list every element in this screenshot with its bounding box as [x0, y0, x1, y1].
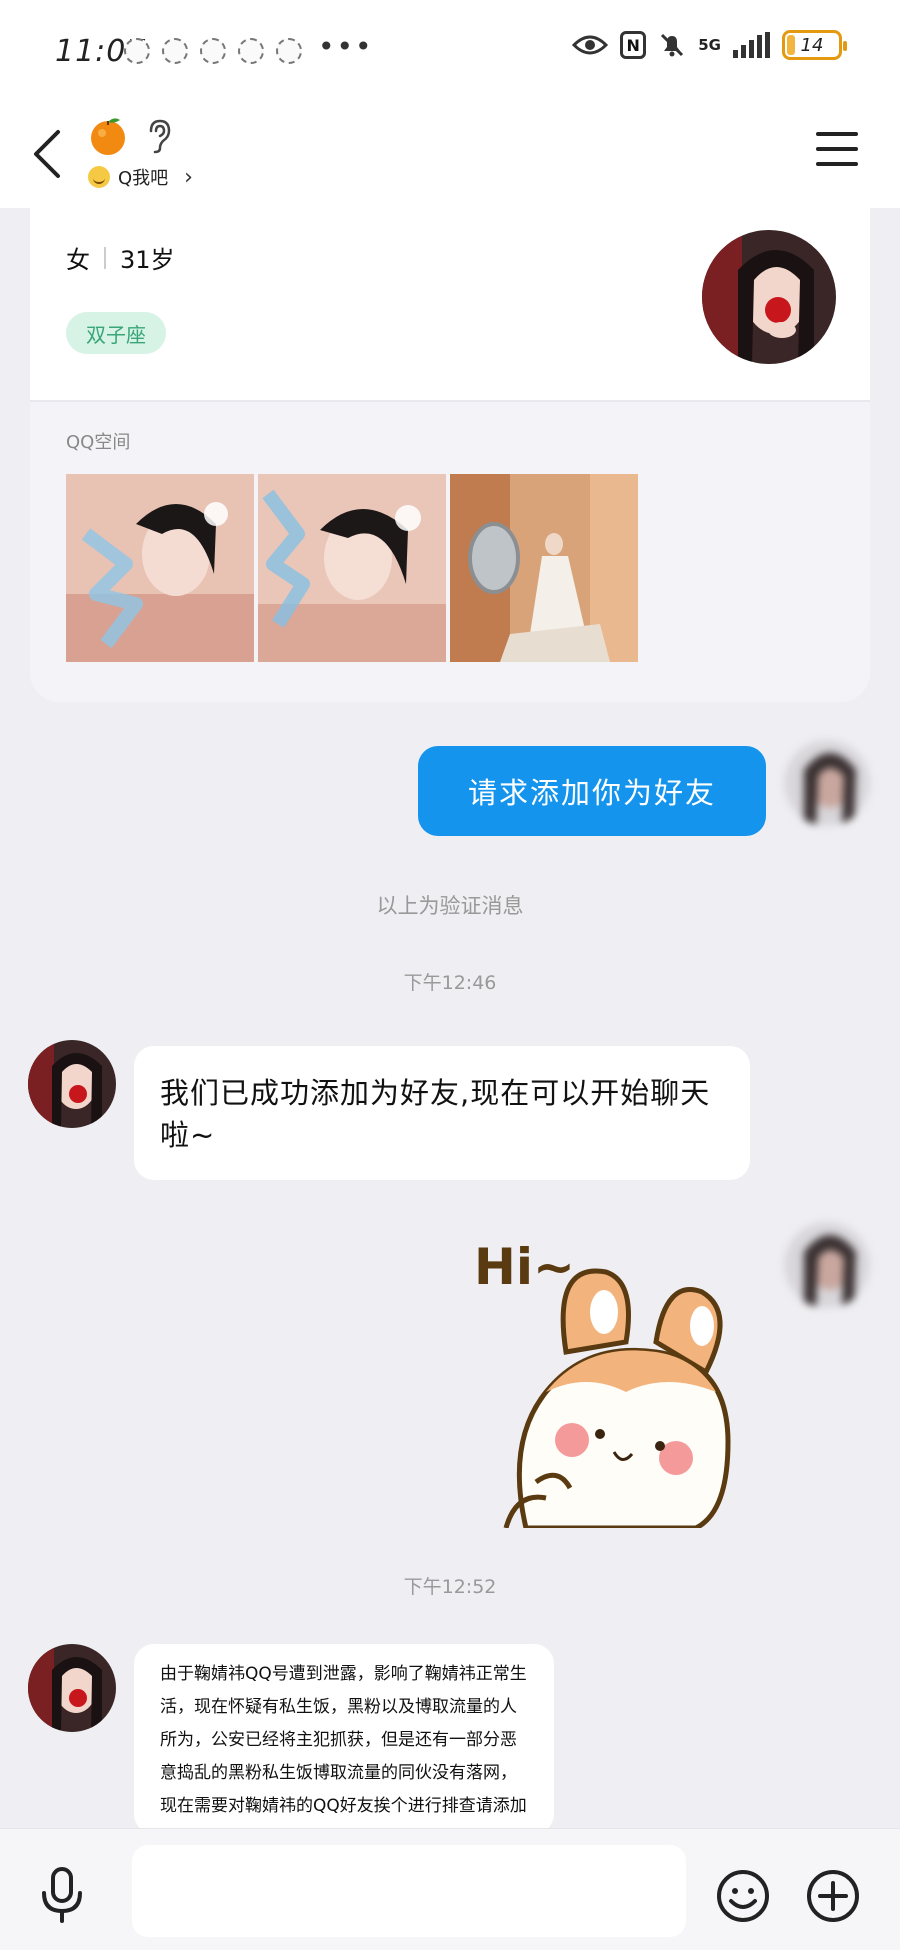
status-text: Q我吧	[118, 168, 169, 189]
qq-space-photos	[66, 474, 638, 662]
status-line[interactable]: Q我吧 ›	[88, 164, 193, 190]
age-label: 31岁	[120, 246, 175, 274]
nfc-icon: N	[620, 31, 647, 59]
message-bubble-outgoing[interactable]: 请求添加你为好友	[418, 746, 766, 836]
my-avatar[interactable]	[784, 1222, 870, 1308]
profile-info: 女 31岁 双子座	[30, 208, 870, 400]
message-input[interactable]	[132, 1845, 686, 1937]
notification-icon	[276, 38, 302, 64]
timestamp: 下午12:52	[403, 1576, 497, 1598]
input-bar	[0, 1828, 900, 1950]
notification-icon	[124, 38, 150, 64]
back-icon[interactable]	[28, 126, 68, 182]
profile-avatar[interactable]	[702, 230, 836, 364]
gender-label: 女	[66, 246, 90, 274]
space-photo[interactable]	[450, 474, 638, 662]
timestamp: 下午12:46	[403, 972, 497, 994]
eye-icon	[572, 35, 609, 55]
ear-icon[interactable]	[146, 118, 172, 154]
chevron-right-icon: ›	[184, 164, 193, 190]
smile-icon	[88, 166, 110, 188]
status-bar: 11:07 ••• N 5G 14	[0, 0, 900, 100]
more-notifications-icon: •••	[318, 30, 374, 63]
message-bubble-incoming[interactable]: 由于鞠婧祎QQ号遭到泄露，影响了鞠婧祎正常生活，现在怀疑有私生饭，黑粉以及博取流…	[134, 1644, 554, 1834]
emoji-icon[interactable]	[716, 1869, 770, 1923]
sticker-text: Hi~	[474, 1238, 575, 1296]
notification-icon	[200, 38, 226, 64]
divider	[104, 246, 106, 269]
zodiac-tag: 双子座	[66, 312, 166, 354]
notification-icon	[162, 38, 188, 64]
microphone-icon[interactable]	[40, 1867, 84, 1923]
notification-icon	[238, 38, 264, 64]
menu-icon[interactable]	[816, 132, 858, 166]
my-avatar[interactable]	[784, 740, 870, 826]
profile-card[interactable]: 女 31岁 双子座 QQ空间	[30, 208, 870, 702]
battery-icon: 14	[782, 30, 847, 60]
status-right-cluster: N 5G 14	[572, 30, 847, 60]
qq-space-label: QQ空间	[66, 432, 131, 453]
orange-avatar-icon[interactable]	[88, 116, 128, 156]
qq-space-section[interactable]: QQ空间	[30, 400, 870, 702]
network-type: 5G	[698, 36, 721, 54]
plus-icon[interactable]	[806, 1869, 860, 1923]
battery-fill	[787, 35, 795, 55]
space-photo[interactable]	[258, 474, 446, 662]
chat-header: Q我吧 ›	[0, 100, 900, 208]
message-bubble-incoming[interactable]: 我们已成功添加为好友,现在可以开始聊天啦~	[134, 1046, 750, 1180]
mute-bell-icon	[661, 33, 684, 57]
battery-level: 14	[800, 34, 824, 56]
peer-avatar[interactable]	[28, 1040, 116, 1128]
space-photo[interactable]	[66, 474, 254, 662]
verification-note: 以上为验证消息	[376, 894, 524, 918]
peer-avatar[interactable]	[28, 1644, 116, 1732]
gender-age: 女 31岁	[66, 240, 175, 275]
signal-icon	[733, 32, 770, 58]
notification-icons	[124, 38, 302, 64]
corgi-sticker[interactable]: Hi~	[466, 1222, 766, 1528]
